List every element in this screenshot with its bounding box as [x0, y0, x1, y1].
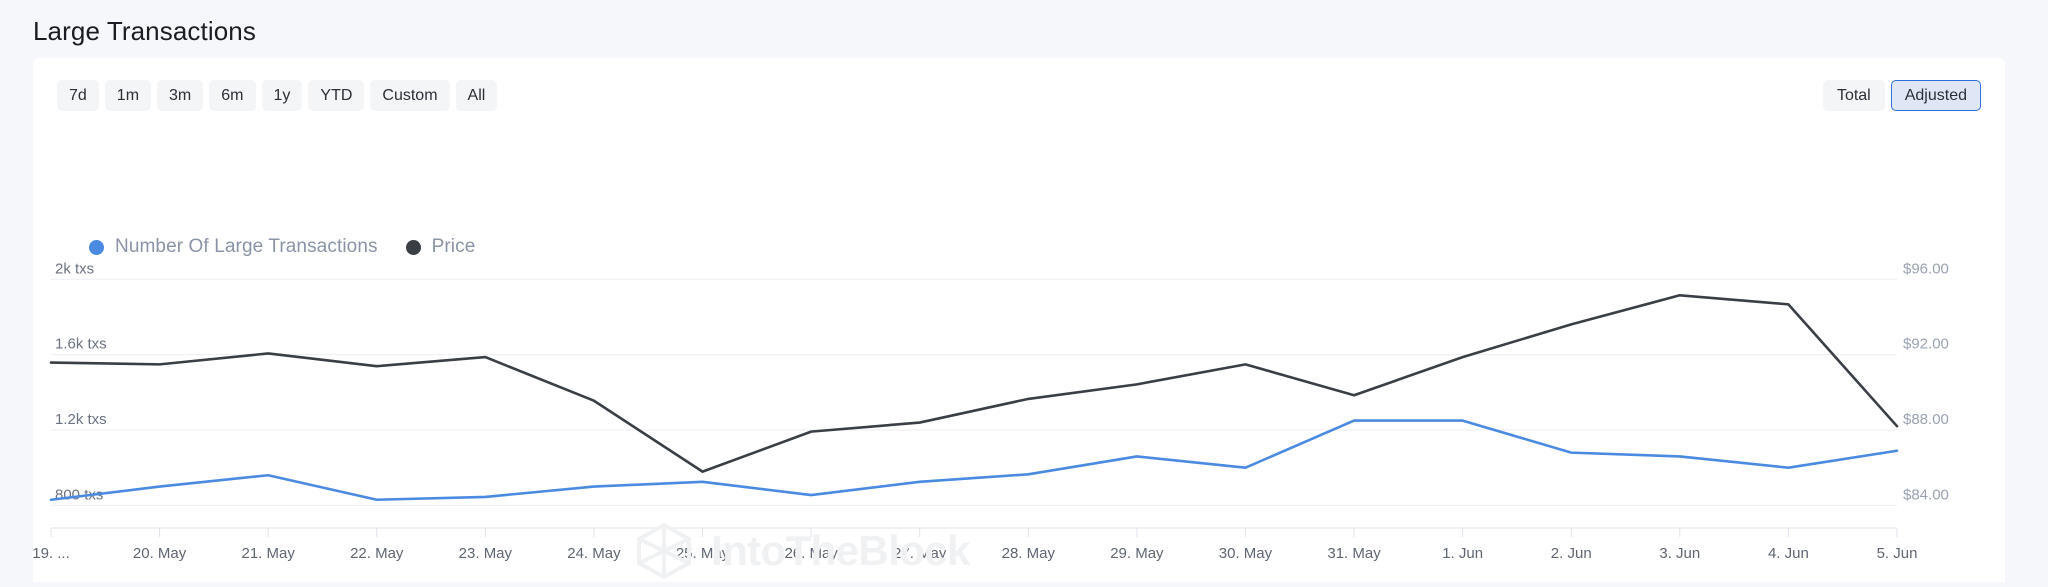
chart-plot-area: IntoTheBlock 800 txs$84.001.2k txs$88.00… [33, 248, 2005, 582]
series-line-transactions [51, 421, 1897, 500]
x-axis-tick-label: 19. ... [33, 545, 70, 562]
range-button-7d[interactable]: 7d [57, 80, 99, 111]
x-axis-tick-label: 23. May [459, 545, 513, 562]
x-axis-tick-label: 1. Jun [1442, 545, 1483, 562]
chart-svg: 800 txs$84.001.2k txs$88.001.6k txs$92.0… [33, 248, 2005, 582]
value-mode-selector: Total Adjusted [1823, 80, 1981, 111]
x-axis-tick-label: 20. May [133, 545, 187, 562]
x-axis-tick-label: 24. May [567, 545, 621, 562]
x-axis-tick-label: 27. May [893, 545, 947, 562]
y-axis-tick-right: $96.00 [1903, 260, 1949, 277]
range-button-all[interactable]: All [456, 80, 498, 111]
series-line-price [51, 295, 1897, 471]
range-button-ytd[interactable]: YTD [308, 80, 364, 111]
y-axis-tick-right: $84.00 [1903, 486, 1949, 503]
chart-toolbar: 7d 1m 3m 6m 1y YTD Custom All Total Adju… [33, 58, 2005, 118]
range-button-6m[interactable]: 6m [209, 80, 255, 111]
y-axis-tick-left: 1.2k txs [55, 411, 107, 428]
time-range-selector: 7d 1m 3m 6m 1y YTD Custom All [57, 80, 497, 111]
x-axis-tick-label: 2. Jun [1551, 545, 1592, 562]
x-axis-tick-label: 22. May [350, 545, 404, 562]
x-axis-tick-label: 30. May [1219, 545, 1273, 562]
x-axis-tick-label: 3. Jun [1659, 545, 1700, 562]
y-axis-tick-right: $92.00 [1903, 336, 1949, 353]
x-axis-tick-label: 21. May [241, 545, 295, 562]
x-axis-tick-label: 4. Jun [1768, 545, 1809, 562]
range-button-1y[interactable]: 1y [262, 80, 303, 111]
x-axis-tick-label: 5. Jun [1877, 545, 1918, 562]
mode-button-adjusted[interactable]: Adjusted [1891, 80, 1981, 111]
range-button-3m[interactable]: 3m [157, 80, 203, 111]
x-axis-tick-label: 25. May [676, 545, 730, 562]
mode-button-total[interactable]: Total [1823, 80, 1885, 111]
range-button-1m[interactable]: 1m [105, 80, 151, 111]
x-axis-tick-label: 29. May [1110, 545, 1164, 562]
y-axis-tick-left: 2k txs [55, 260, 94, 277]
x-axis-tick-label: 31. May [1327, 545, 1381, 562]
y-axis-tick-left: 1.6k txs [55, 336, 107, 353]
y-axis-tick-right: $88.00 [1903, 411, 1949, 428]
x-axis-tick-label: 26. May [784, 545, 838, 562]
page-title: Large Transactions [33, 16, 256, 47]
range-button-custom[interactable]: Custom [370, 80, 449, 111]
chart-card: 7d 1m 3m 6m 1y YTD Custom All Total Adju… [33, 58, 2005, 582]
x-axis-tick-label: 28. May [1002, 545, 1056, 562]
